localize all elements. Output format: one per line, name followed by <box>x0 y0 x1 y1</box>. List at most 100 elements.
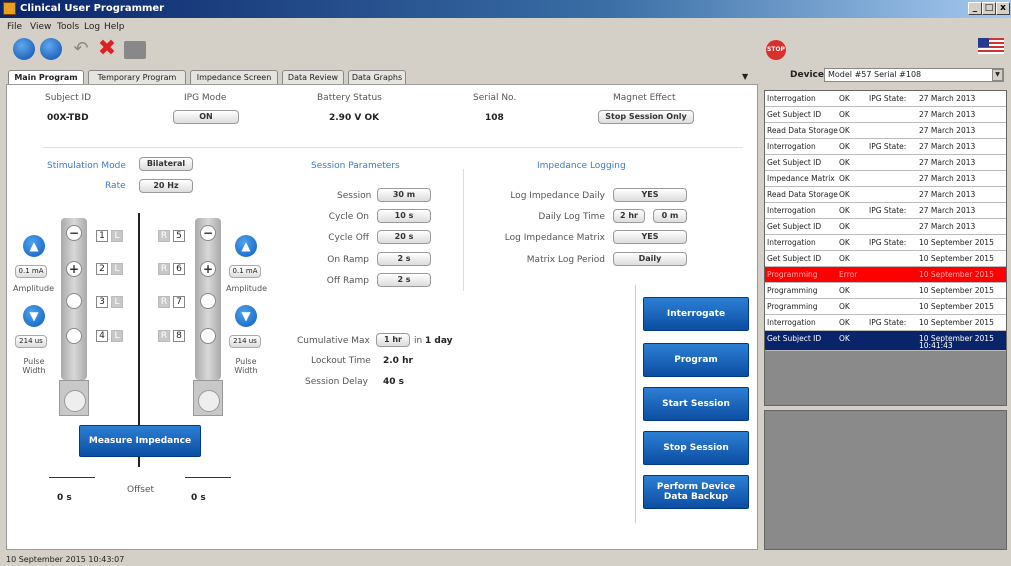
start-session-button[interactable]: Start Session <box>643 387 749 421</box>
electrode-8[interactable]: 8 <box>173 330 185 342</box>
electrode-knob[interactable] <box>200 293 216 309</box>
log-daily-button[interactable]: YES <box>613 188 687 202</box>
electrode-5-side: R <box>158 230 170 242</box>
log-row[interactable]: Impedance Matrix OK 27 March 2013 <box>765 171 1006 187</box>
title-bar: Clinical User Programmer _ □ x <box>0 0 1011 18</box>
amplitude-left-label: Amplitude <box>13 284 54 293</box>
program-button[interactable]: Program <box>643 343 749 377</box>
electrode-2[interactable]: 2 <box>96 263 108 275</box>
log-row[interactable]: Programming OK 10 September 2015 <box>765 299 1006 315</box>
device-label: Device: <box>790 70 828 80</box>
device-log-pane: STOP Device: Model #57 Serial #108 ▼ Int… <box>760 36 1011 550</box>
magnet-effect-button[interactable]: Stop Session Only <box>598 110 694 124</box>
session-button[interactable]: 30 m <box>377 188 431 202</box>
electrode-knob[interactable] <box>66 328 82 344</box>
log-row[interactable]: Interrogation OK IPG State: 27 March 2013 <box>765 203 1006 219</box>
log-cell-op: Read Data Storage <box>767 190 838 199</box>
cumulative-max-button[interactable]: 1 hr <box>376 333 410 347</box>
log-matrix-button[interactable]: YES <box>613 230 687 244</box>
cycle-on-button[interactable]: 10 s <box>377 209 431 223</box>
amplitude-up-icon[interactable]: ▲ <box>23 235 45 257</box>
amplitude-left-button[interactable]: 0.1 mA <box>15 265 47 278</box>
electrode-7[interactable]: 7 <box>173 296 185 308</box>
log-cell-date: 27 March 2013 <box>919 110 976 119</box>
log-row[interactable]: Read Data Storage OK 27 March 2013 <box>765 187 1006 203</box>
chevron-down-icon[interactable]: ▼ <box>992 69 1003 81</box>
amplitude-right-button[interactable]: 0.1 mA <box>229 265 261 278</box>
log-row[interactable]: Get Subject ID OK 27 March 2013 <box>765 107 1006 123</box>
log-row[interactable]: Interrogation OK IPG State: 27 March 2013 <box>765 139 1006 155</box>
log-cell-date: 27 March 2013 <box>919 94 976 103</box>
detail-panel <box>764 410 1007 550</box>
plus-icon[interactable]: + <box>66 261 82 277</box>
amplitude-down-icon[interactable]: ▼ <box>235 305 257 327</box>
print-icon[interactable] <box>124 41 146 59</box>
device-select[interactable]: Model #57 Serial #108 <box>824 68 1004 82</box>
flag-icon[interactable] <box>978 38 1004 54</box>
log-cell-date: 27 March 2013 <box>919 206 976 215</box>
cumulative-in-label: in <box>414 336 423 346</box>
undo-icon[interactable]: ↶ <box>70 38 92 60</box>
log-row[interactable]: Read Data Storage OK 27 March 2013 <box>765 123 1006 139</box>
off-ramp-button[interactable]: 2 s <box>377 273 431 287</box>
stim-mode-button[interactable]: Bilateral <box>139 157 193 171</box>
log-cell-res: OK <box>839 94 850 103</box>
electrode-6[interactable]: 6 <box>173 263 185 275</box>
ipg-mode-button[interactable]: ON <box>173 110 239 124</box>
tab-data-graphs[interactable]: Data Graphs <box>348 70 406 84</box>
plus-icon[interactable]: + <box>200 261 216 277</box>
tab-data-review[interactable]: Data Review <box>282 70 344 84</box>
log-row[interactable]: Get Subject ID OK 10 September 2015 <box>765 251 1006 267</box>
interrogate-button[interactable]: Interrogate <box>643 297 749 331</box>
electrode-1[interactable]: 1 <box>96 230 108 242</box>
daily-log-minute-button[interactable]: 0 m <box>653 209 687 223</box>
menu-log[interactable]: Log <box>84 22 100 32</box>
backup-button[interactable]: Perform Device Data Backup <box>643 475 749 509</box>
tab-impedance-screen[interactable]: Impedance Screen <box>190 70 278 84</box>
rate-button[interactable]: 20 Hz <box>139 179 193 193</box>
minus-icon[interactable]: − <box>200 225 216 241</box>
minimize-button[interactable]: _ <box>968 2 982 15</box>
interrogate-icon[interactable] <box>13 38 35 60</box>
electrode-3[interactable]: 3 <box>96 296 108 308</box>
tab-temporary-program[interactable]: Temporary Program <box>88 70 186 84</box>
log-cell-extra: IPG State: <box>869 318 907 327</box>
log-row[interactable]: Get Subject ID OK 27 March 2013 <box>765 155 1006 171</box>
delete-icon[interactable]: ✖ <box>96 38 118 60</box>
menu-file[interactable]: File <box>7 22 22 32</box>
log-row[interactable]: Interrogation OK IPG State: 10 September 20… <box>765 235 1006 251</box>
maximize-button[interactable]: □ <box>982 2 996 15</box>
log-cell-res: OK <box>839 158 850 167</box>
close-button[interactable]: x <box>996 2 1010 15</box>
cycle-off-button[interactable]: 20 s <box>377 230 431 244</box>
electrode-knob[interactable] <box>66 293 82 309</box>
log-cell-extra: IPG State: <box>869 238 907 247</box>
electrode-5[interactable]: 5 <box>173 230 185 242</box>
lockout-value: 2.0 hr <box>383 356 413 366</box>
amplitude-down-icon[interactable]: ▼ <box>23 305 45 327</box>
log-row[interactable]: Interrogation OK IPG State: 10 September 20… <box>765 315 1006 331</box>
pulse-width-right-button[interactable]: 214 us <box>229 335 261 348</box>
electrode-4[interactable]: 4 <box>96 330 108 342</box>
pulse-width-left-button[interactable]: 214 us <box>15 335 47 348</box>
tab-main-program[interactable]: Main Program <box>8 70 84 85</box>
stop-icon[interactable]: STOP <box>766 40 786 60</box>
on-ramp-button[interactable]: 2 s <box>377 252 431 266</box>
daily-log-hour-button[interactable]: 2 hr <box>613 209 645 223</box>
amplitude-up-icon[interactable]: ▲ <box>235 235 257 257</box>
measure-impedance-button[interactable]: Measure Impedance <box>79 425 201 457</box>
log-row[interactable]: Programming OK 10 September 2015 <box>765 283 1006 299</box>
log-row[interactable]: Interrogation OK IPG State: 27 March 2013 <box>765 91 1006 107</box>
menu-help[interactable]: Help <box>104 22 125 32</box>
tab-dropdown-icon[interactable]: ▼ <box>742 72 748 81</box>
minus-icon[interactable]: − <box>66 225 82 241</box>
menu-view[interactable]: View <box>30 22 51 32</box>
program-icon[interactable] <box>40 38 62 60</box>
menu-tools[interactable]: Tools <box>57 22 79 32</box>
electrode-knob[interactable] <box>200 328 216 344</box>
stop-session-button[interactable]: Stop Session <box>643 431 749 465</box>
log-row[interactable]: Get Subject ID OK 27 March 2013 <box>765 219 1006 235</box>
log-row[interactable]: Programming Error 10 September 2015 <box>765 267 1006 283</box>
matrix-period-button[interactable]: Daily <box>613 252 687 266</box>
log-row[interactable]: Get Subject ID OK 10 September 2015 10:41:4… <box>765 331 1006 351</box>
